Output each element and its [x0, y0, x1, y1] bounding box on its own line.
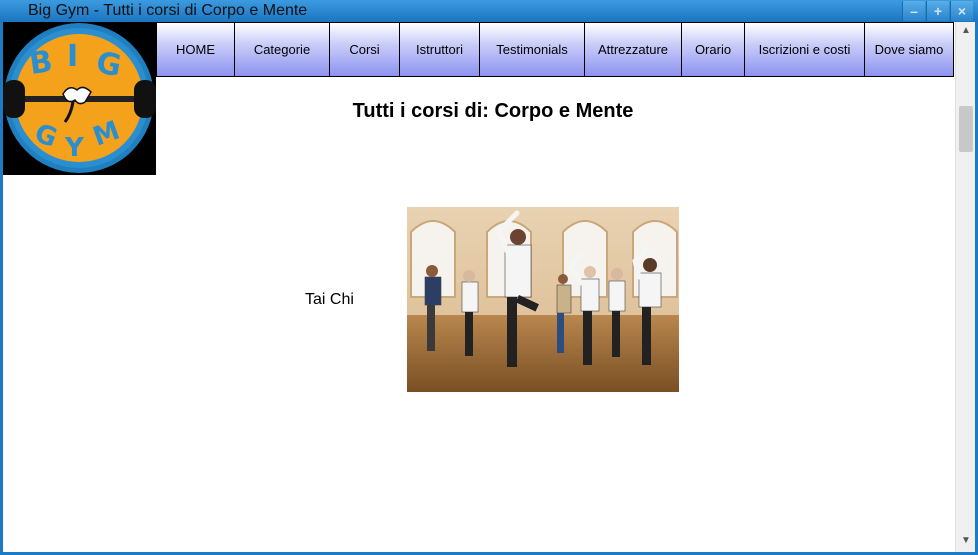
- svg-text:I: I: [67, 39, 78, 74]
- nav-categorie[interactable]: Categorie: [235, 22, 330, 77]
- title-bar[interactable]: Big Gym - Tutti i corsi di Corpo e Mente…: [0, 0, 978, 22]
- scroll-down-icon[interactable]: ▼: [956, 532, 975, 550]
- scroll-up-icon[interactable]: ▲: [956, 22, 975, 40]
- browser-window: Big Gym - Tutti i corsi di Corpo e Mente…: [0, 0, 978, 555]
- tai-chi-photo[interactable]: [407, 207, 679, 392]
- page-content: B I G G Y M HOME Categorie Corsi Istrutt…: [3, 22, 975, 552]
- svg-text:Y: Y: [64, 133, 85, 163]
- page-title: Tutti i corsi di: Corpo e Mente: [352, 100, 634, 122]
- window-title: Big Gym - Tutti i corsi di Corpo e Mente: [28, 2, 308, 19]
- nav-dove-siamo[interactable]: Dove siamo: [865, 22, 954, 77]
- course-name: Tai Chi: [305, 291, 354, 308]
- big-gym-logo[interactable]: B I G G Y M: [3, 22, 156, 175]
- nav-corsi[interactable]: Corsi: [330, 22, 400, 77]
- nav-iscrizioni-e-costi[interactable]: Iscrizioni e costi: [745, 22, 865, 77]
- main-navigation: HOME Categorie Corsi Istruttori Testimon…: [156, 22, 954, 77]
- nav-istruttori[interactable]: Istruttori: [400, 22, 480, 77]
- nav-orario[interactable]: Orario: [682, 22, 745, 77]
- close-icon[interactable]: ×: [950, 1, 973, 21]
- nav-testimonials[interactable]: Testimonials: [480, 22, 585, 77]
- nav-attrezzature[interactable]: Attrezzature: [585, 22, 682, 77]
- nav-home[interactable]: HOME: [156, 22, 235, 77]
- maximize-icon[interactable]: +: [926, 1, 949, 21]
- scrollbar-thumb[interactable]: [959, 106, 973, 152]
- minimize-icon[interactable]: –: [902, 1, 925, 21]
- vertical-scrollbar[interactable]: ▲ ▼: [955, 22, 975, 552]
- svg-text:B: B: [27, 44, 55, 82]
